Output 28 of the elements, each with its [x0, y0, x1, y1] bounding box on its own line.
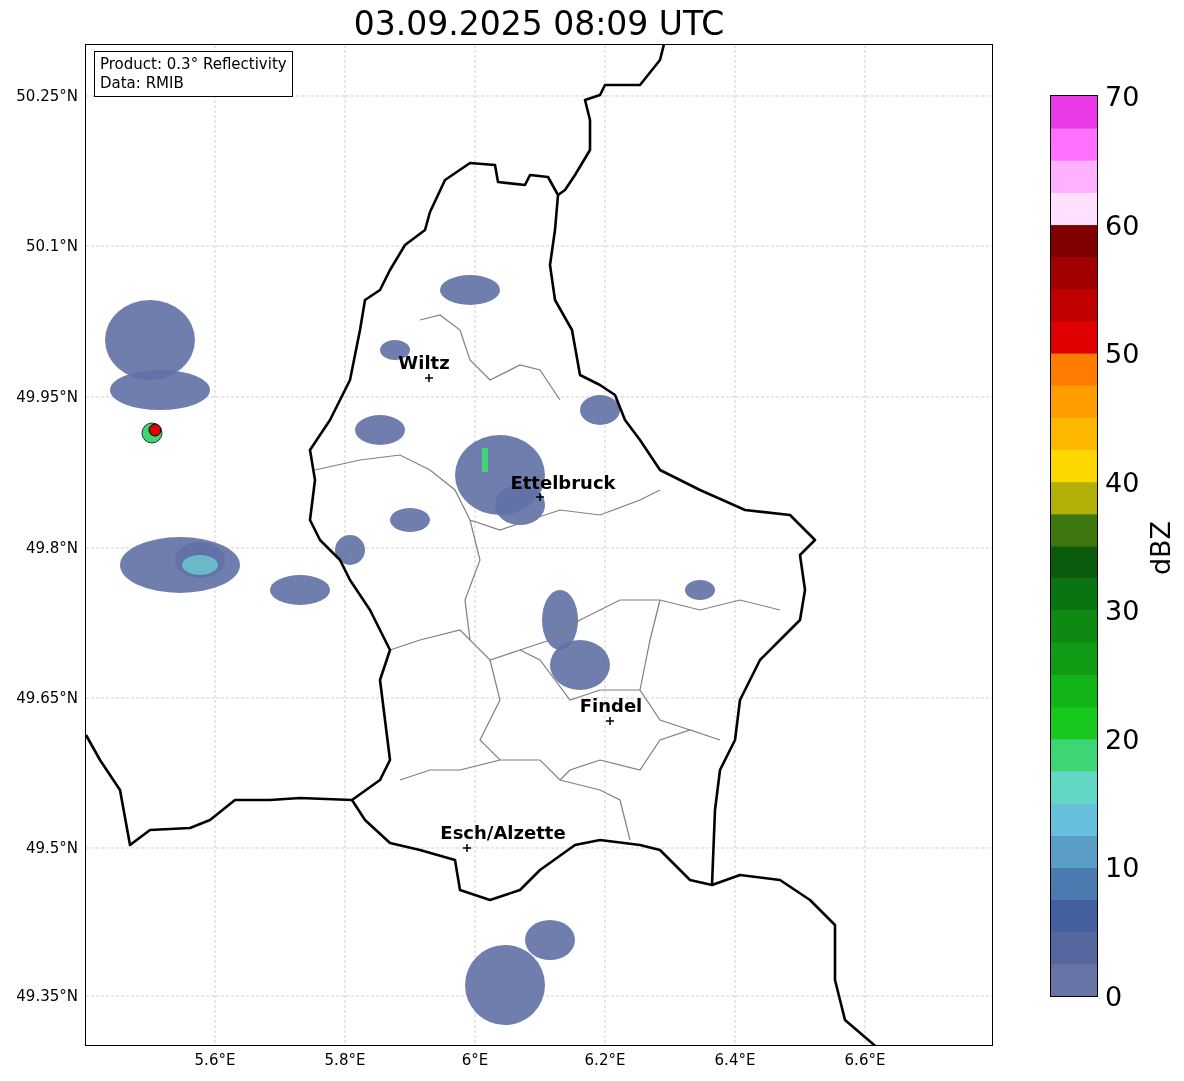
axis-tick-label: 49.8°N: [25, 539, 78, 557]
axis-tick-label: 49.35°N: [16, 987, 78, 1005]
city-label: Esch/Alzette: [440, 821, 566, 843]
colorbar-tick-label: 60: [1105, 209, 1140, 241]
axis-tick-label: 5.8°E: [324, 1051, 366, 1069]
axis-tick-label: 5.6°E: [194, 1051, 236, 1069]
colorbar-tick-label: 0: [1105, 980, 1123, 1012]
colorbar-label: dBZ: [1144, 520, 1176, 576]
chart-title: 03.09.2025 08:09 UTC: [352, 4, 726, 43]
legend-text: Product: 0.3° Reflectivity: [100, 55, 287, 74]
colorbar-tick-label: 10: [1105, 851, 1140, 883]
city-label: Findel: [579, 694, 643, 716]
colorbar-tick-label: 20: [1105, 723, 1140, 755]
colorbar-tick-label: 50: [1105, 337, 1140, 369]
axis-tick-label: 6°E: [461, 1051, 489, 1069]
colorbar-tick-label: 40: [1105, 466, 1140, 498]
axis-tick-label: 6.4°E: [714, 1051, 756, 1069]
axis-tick-label: 49.65°N: [16, 689, 78, 707]
city-label: Wiltz: [398, 351, 450, 373]
colorbar-tick-label: 30: [1105, 594, 1140, 626]
axis-tick-label: 6.2°E: [584, 1051, 626, 1069]
axis-tick-label: 6.6°E: [844, 1051, 886, 1069]
colorbar-tick-label: 70: [1105, 80, 1140, 112]
axis-tick-label: 49.95°N: [16, 388, 78, 406]
axis-tick-label: 49.5°N: [25, 839, 78, 857]
axis-tick-label: 50.25°N: [16, 87, 78, 105]
legend-text: Data: RMIB: [100, 74, 185, 93]
axis-tick-label: 50.1°N: [25, 237, 78, 255]
